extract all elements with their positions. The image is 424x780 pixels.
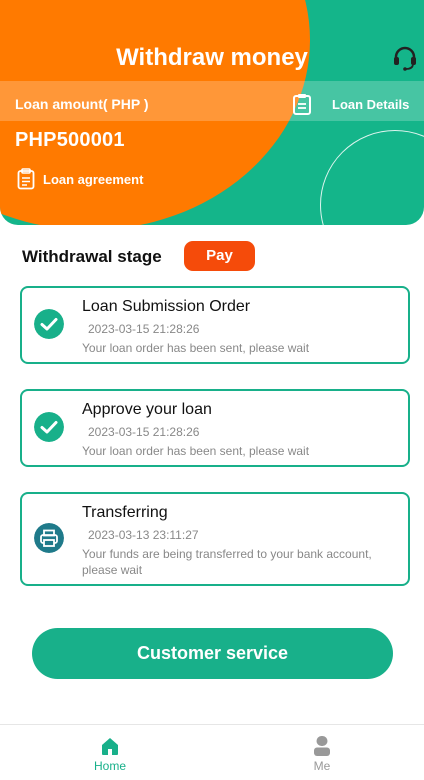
step-card-submission: Loan Submission Order 2023-03-15 21:28:2…: [20, 286, 410, 364]
step-time: 2023-03-15 21:28:26: [88, 425, 200, 439]
loan-details-button[interactable]: Loan Details: [292, 93, 409, 115]
check-circle-icon: [34, 412, 64, 442]
nav-label-me: Me: [313, 759, 331, 773]
bottom-nav: Home Me: [0, 724, 424, 780]
clipboard-icon: [293, 94, 311, 115]
step-time: 2023-03-15 21:28:26: [88, 322, 200, 336]
loan-amount-value: PHP500001: [15, 129, 125, 151]
loan-agreement-link[interactable]: Loan agreement: [17, 168, 143, 190]
page-title: Withdraw money: [116, 44, 308, 71]
home-icon: [102, 738, 118, 755]
step-description: Your loan order has been sent, please wa…: [82, 444, 310, 458]
loan-amount-label: Loan amount( PHP ): [15, 96, 149, 112]
loan-details-label: Loan Details: [332, 96, 410, 112]
pay-button[interactable]: Pay: [184, 241, 255, 271]
step-title: Loan Submission Order: [82, 298, 251, 315]
loan-agreement-label: Loan agreement: [43, 171, 144, 187]
step-card-transferring: Transferring 2023-03-13 23:11:27 Your fu…: [20, 492, 410, 586]
header-banner: Withdraw money Loan amount( PHP ) Loan D…: [0, 0, 424, 225]
nav-item-me[interactable]: Me: [267, 725, 377, 780]
nav-item-home[interactable]: Home: [55, 725, 165, 780]
headset-icon[interactable]: [391, 44, 419, 72]
check-circle-icon: [34, 309, 64, 339]
step-time: 2023-03-13 23:11:27: [88, 528, 199, 542]
step-description: Your funds are being transferred to your…: [82, 547, 372, 577]
withdrawal-stage-title: Withdrawal stage: [22, 247, 162, 266]
printer-icon: [34, 523, 64, 553]
nav-label-home: Home: [93, 759, 126, 773]
step-description: Your loan order has been sent, please wa…: [82, 341, 310, 355]
document-icon: [17, 168, 35, 190]
step-title: Approve your loan: [82, 401, 212, 418]
decorative-ring: [320, 130, 424, 225]
step-title: Transferring: [82, 504, 168, 521]
step-card-approve: Approve your loan 2023-03-15 21:28:26 Yo…: [20, 389, 410, 467]
user-icon: [314, 736, 330, 756]
customer-service-button[interactable]: Customer service: [32, 628, 393, 679]
